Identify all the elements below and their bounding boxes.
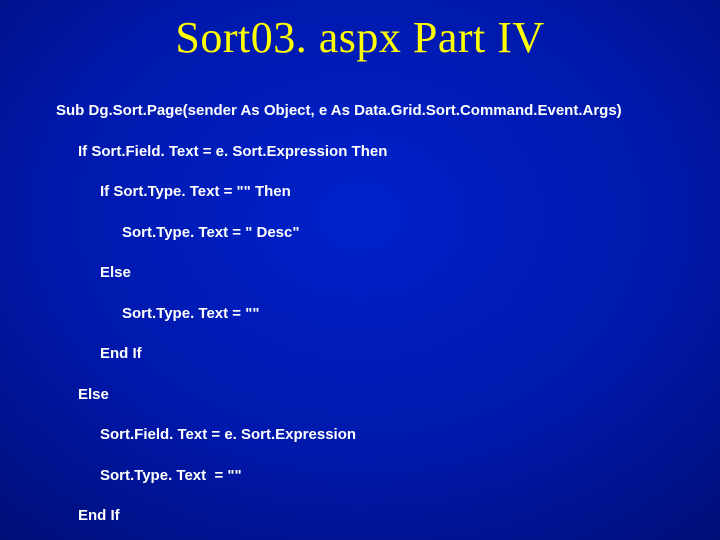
code-line: End If <box>56 344 720 364</box>
code-line: End If <box>56 506 720 526</box>
code-line: Sort.Field. Text = e. Sort.Expression <box>56 425 720 445</box>
code-line: Sub Dg.Sort.Page(sender As Object, e As … <box>56 101 720 121</box>
code-line: If Sort.Field. Text = e. Sort.Expression… <box>56 142 720 162</box>
code-line: Sort.Type. Text = " Desc" <box>56 223 720 243</box>
code-line: Else <box>56 385 720 405</box>
code-line: Else <box>56 263 720 283</box>
code-block-1: Sub Dg.Sort.Page(sender As Object, e As … <box>56 81 720 540</box>
code-line: If Sort.Type. Text = "" Then <box>56 182 720 202</box>
code-line: Sort.Type. Text = "" <box>56 466 720 486</box>
slide-title: Sort03. aspx Part IV <box>0 12 720 63</box>
code-line: Sort.Type. Text = "" <box>56 304 720 324</box>
